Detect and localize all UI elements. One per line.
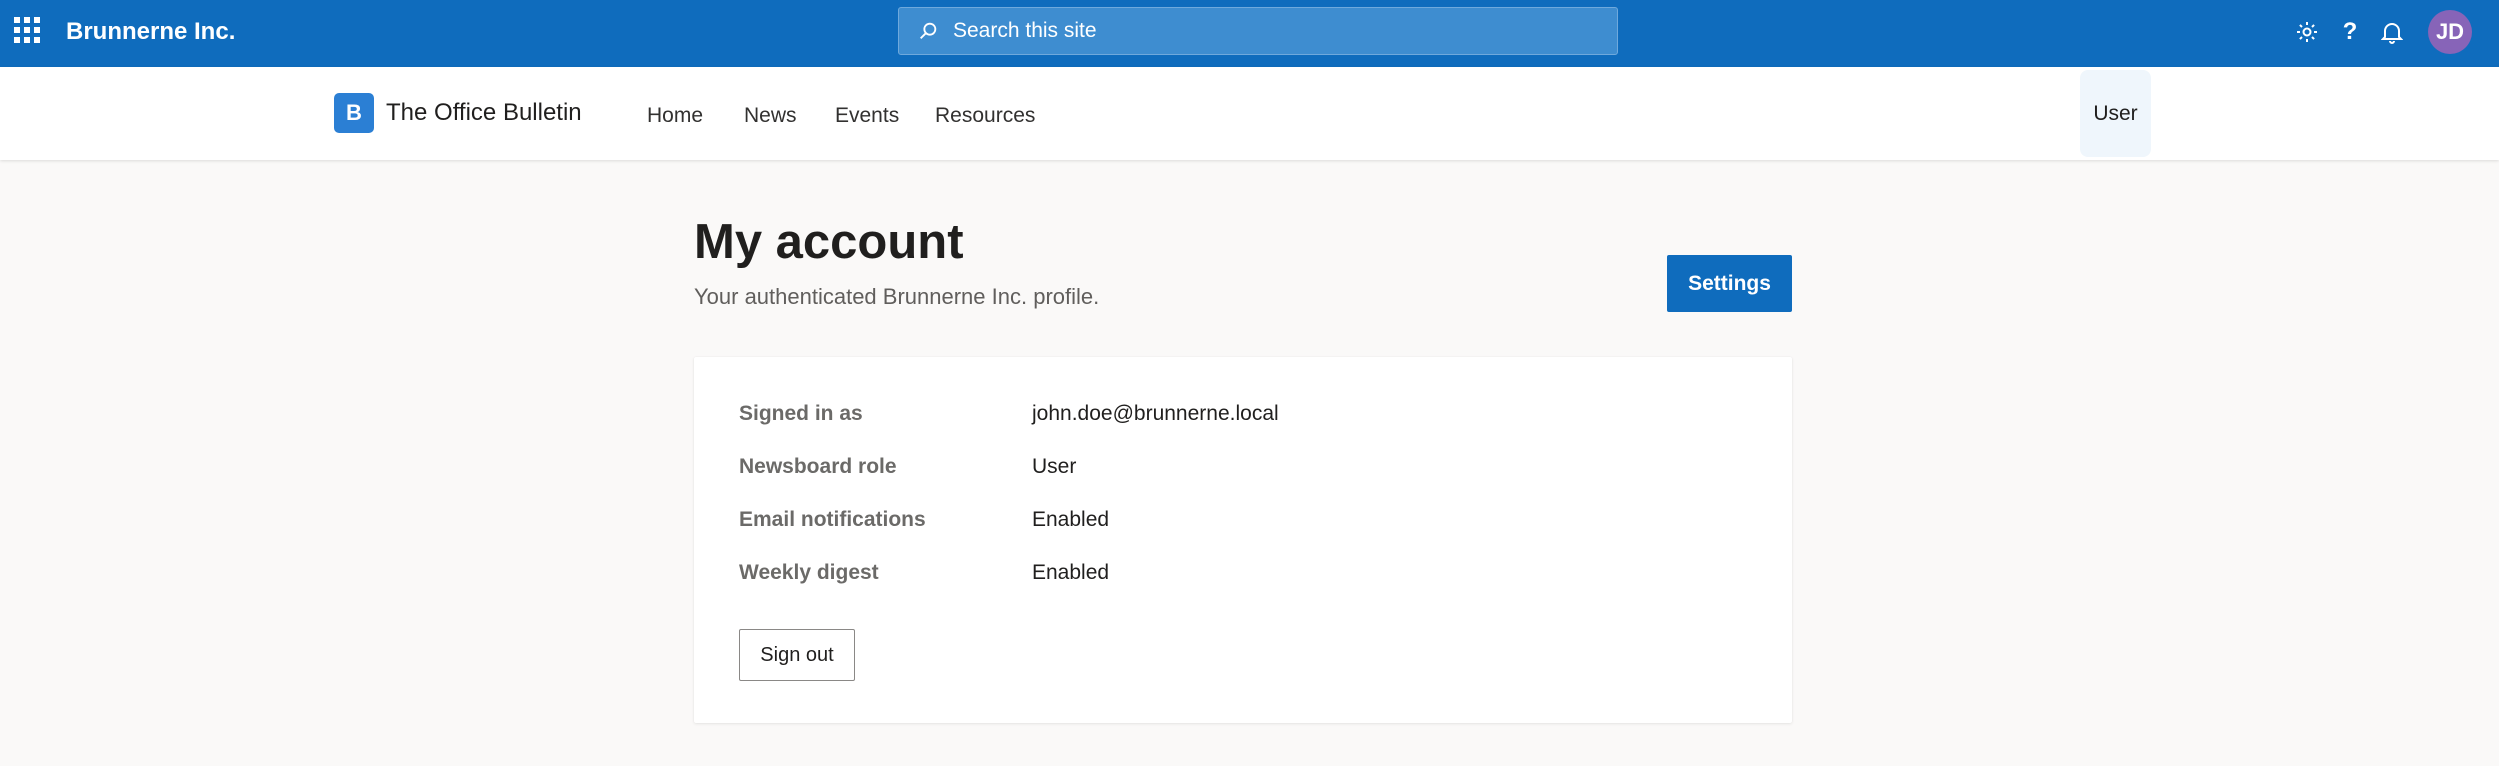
bell-icon[interactable]: [2378, 18, 2406, 46]
site-logo[interactable]: B: [334, 93, 374, 133]
settings-button[interactable]: Settings: [1667, 255, 1792, 312]
account-card: Signed in as john.doe@brunnerne.local Ne…: [694, 357, 1792, 723]
gear-icon[interactable]: [2293, 18, 2321, 46]
user-tab[interactable]: User: [2080, 70, 2151, 157]
detail-row-signed-in: Signed in as john.doe@brunnerne.local: [739, 402, 1739, 432]
avatar[interactable]: JD: [2428, 10, 2472, 54]
detail-row-weekly-digest: Weekly digest Enabled: [739, 561, 1739, 591]
detail-row-role: Newsboard role User: [739, 455, 1739, 485]
brand-name[interactable]: Brunnerne Inc.: [66, 18, 235, 46]
detail-value: john.doe@brunnerne.local: [1032, 402, 1279, 425]
nav-resources[interactable]: Resources: [935, 104, 1035, 128]
suite-bar: Brunnerne Inc. ? JD: [0, 0, 2499, 67]
detail-label: Signed in as: [739, 402, 863, 425]
detail-value: Enabled: [1032, 508, 1110, 531]
page-subtitle: Your authenticated Brunnerne Inc. profil…: [694, 284, 1100, 309]
search-input[interactable]: [953, 19, 1553, 43]
site-title[interactable]: The Office Bulletin: [386, 99, 582, 127]
help-icon[interactable]: ?: [2336, 18, 2364, 46]
detail-label: Newsboard role: [739, 455, 897, 478]
nav-home[interactable]: Home: [647, 104, 703, 128]
search-box[interactable]: [898, 7, 1618, 55]
detail-row-email-notifications: Email notifications Enabled: [739, 508, 1739, 538]
detail-value: User: [1032, 455, 1077, 478]
nav-events[interactable]: Events: [835, 104, 899, 128]
detail-value: Enabled: [1032, 561, 1110, 584]
sign-out-button[interactable]: Sign out: [739, 629, 855, 681]
detail-label: Email notifications: [739, 508, 926, 531]
page-title: My account: [694, 215, 964, 269]
search-icon: [920, 22, 937, 39]
waffle-icon[interactable]: [14, 17, 40, 43]
site-header: B The Office Bulletin Home News Events R…: [0, 67, 2499, 160]
detail-label: Weekly digest: [739, 561, 879, 584]
nav-news[interactable]: News: [744, 104, 797, 128]
